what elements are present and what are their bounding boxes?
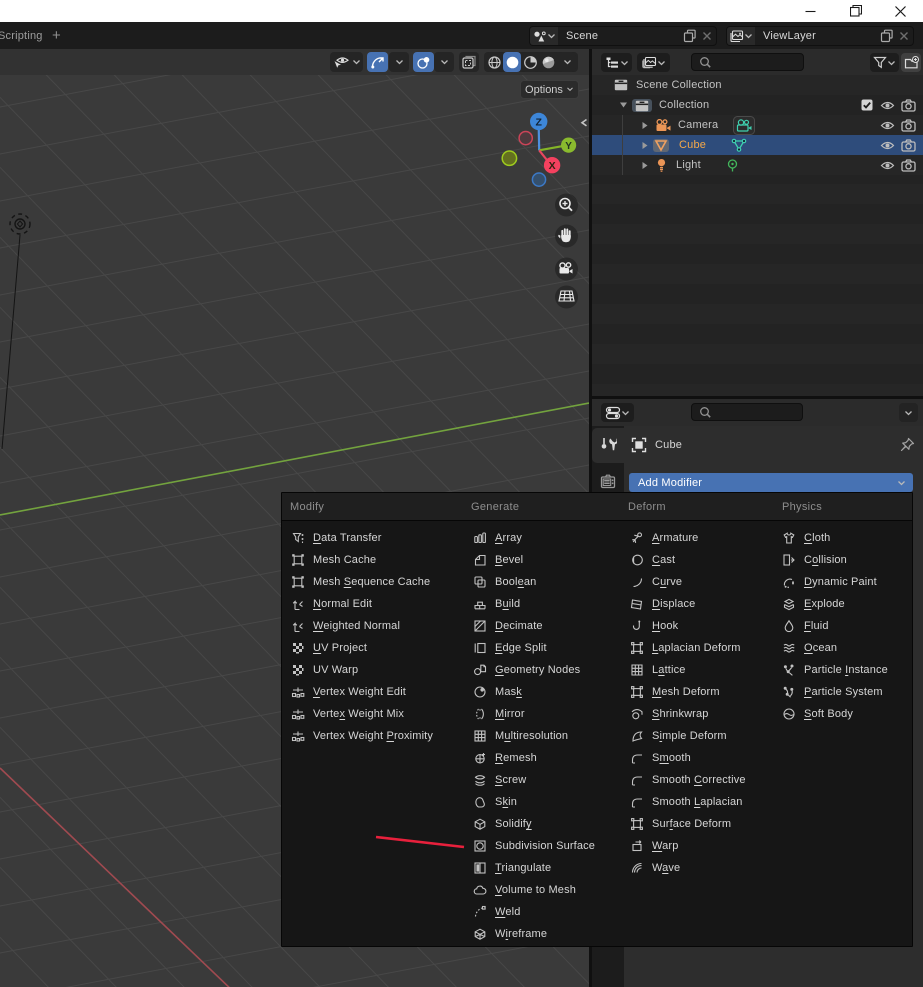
svg-text:Z: Z (535, 116, 542, 128)
svg-text:X: X (549, 160, 556, 172)
svg-text:Y: Y (565, 141, 572, 152)
